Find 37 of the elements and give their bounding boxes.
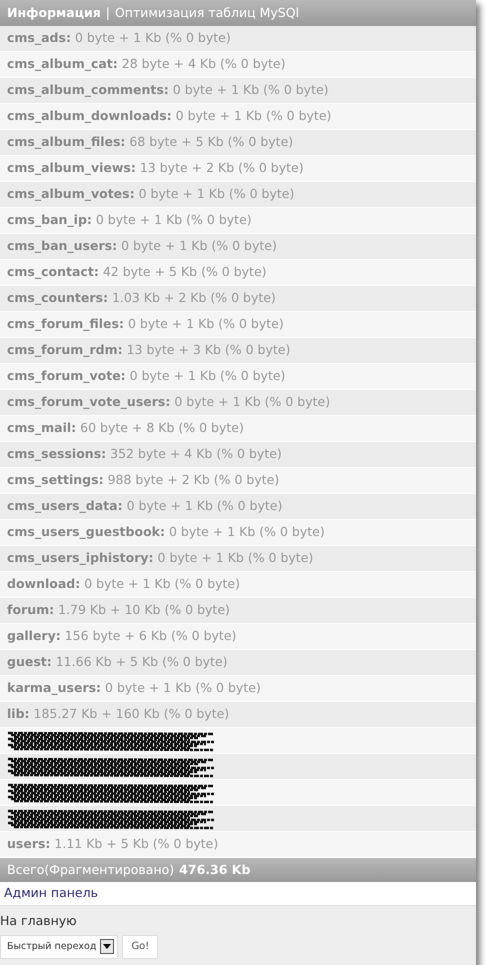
table-stat: cms_forum_files: 0 byte + 1 Kb (% 0 byte) [7, 315, 284, 334]
table-stat: cms_users_data: 0 byte + 1 Kb (% 0 byte) [7, 497, 282, 516]
table-stat: karma_users: 0 byte + 1 Kb (% 0 byte) [7, 679, 261, 698]
total-label: Всего(Фрагментировано) [7, 860, 174, 879]
admin-link[interactable]: Админ панель [4, 884, 98, 903]
go-button[interactable]: Go! [122, 934, 158, 959]
home-link[interactable]: На главную [0, 912, 77, 931]
table-stat: cms_counters: 1.03 Kb + 2 Kb (% 0 byte) [7, 289, 276, 308]
header-title: Информация [7, 4, 101, 22]
table-stat: cms_contact: 42 byte + 5 Kb (% 0 byte) [7, 263, 267, 282]
table-stat: users: 1.11 Kb + 5 Kb (% 0 byte) [7, 835, 218, 854]
quick-nav-select[interactable]: Быстрый переход [0, 934, 118, 959]
table-stat: cms_forum_rdm: 13 byte + 3 Kb (% 0 byte) [7, 341, 290, 360]
table-stat: cms_users_iphistory: 0 byte + 1 Kb (% 0 byte) [7, 549, 314, 568]
table-stat: cms_album_views: 13 byte + 2 Kb (% 0 byte) [7, 159, 304, 178]
header-subtitle: Оптимизация таблиц MySQl [114, 4, 300, 22]
table-stat: lib: 185.27 Kb + 160 Kb (% 0 byte) [7, 705, 230, 724]
table-stat: cms_forum_vote: 0 byte + 1 Kb (% 0 byte) [7, 367, 286, 386]
table-stat: cms_sessions: 352 byte + 4 Kb (% 0 byte) [7, 445, 282, 464]
table-stat: cms_album_cat: 28 byte + 4 Kb (% 0 byte) [7, 55, 286, 74]
table-stat: guest: 11.66 Kb + 5 Kb (% 0 byte) [7, 653, 228, 672]
table-stat: cms_ban_users: 0 byte + 1 Kb (% 0 byte) [7, 237, 277, 256]
total-value: 476.36 Kb [179, 860, 250, 879]
table-stat: cms_ban_ip: 0 byte + 1 Kb (% 0 byte) [7, 211, 252, 230]
table-stat: cms_album_votes: 0 byte + 1 Kb (% 0 byte) [7, 185, 294, 204]
table-stat: forum: 1.79 Kb + 10 Kb (% 0 byte) [7, 601, 230, 620]
table-stat: cms_album_downloads: 0 byte + 1 Kb (% 0 byte) [7, 107, 332, 126]
table-stat: cms_ads: 0 byte + 1 Kb (% 0 byte) [7, 29, 231, 48]
table-stat: cms_album_comments: 0 byte + 1 Kb (% 0 byte) [7, 81, 329, 100]
table-stat: cms_settings: 988 byte + 2 Kb (% 0 byte) [7, 471, 280, 490]
table-stat: gallery: 156 byte + 6 Kb (% 0 byte) [7, 627, 236, 646]
table-stat: cms_users_guestbook: 0 byte + 1 Kb (% 0 byte) [7, 523, 325, 542]
table-stat: cms_forum_vote_users: 0 byte + 1 Kb (% 0 byte) [7, 393, 330, 412]
table-stat: cms_mail: 60 byte + 8 Kb (% 0 byte) [7, 419, 244, 438]
table-stat: download: 0 byte + 1 Kb (% 0 byte) [7, 575, 240, 594]
table-stat: cms_album_files: 68 byte + 5 Kb (% 0 byte) [7, 133, 294, 152]
header-separator: | [106, 4, 110, 22]
